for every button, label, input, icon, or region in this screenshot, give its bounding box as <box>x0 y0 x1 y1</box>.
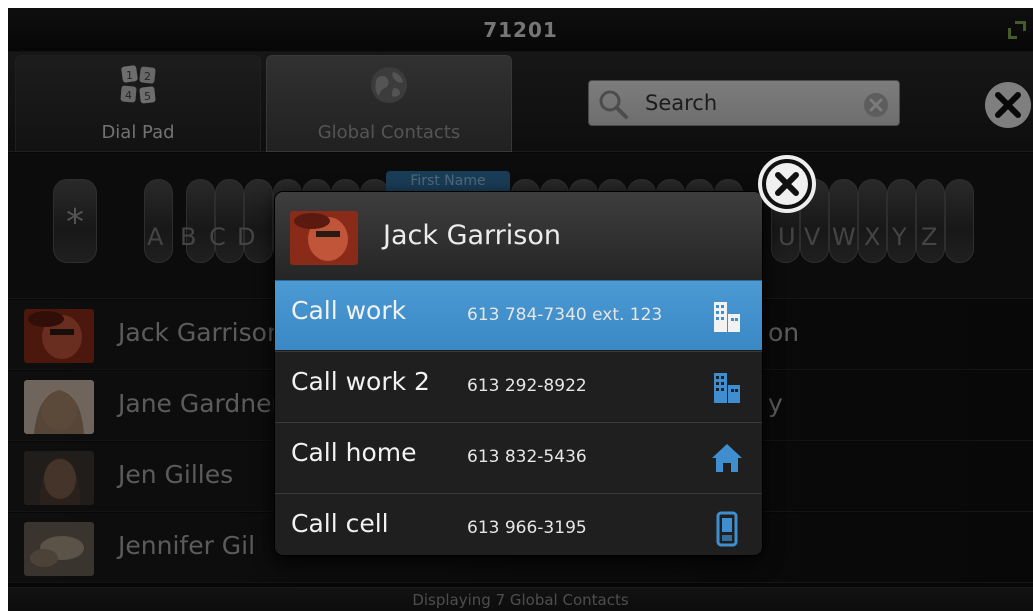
contact-avatar <box>290 211 358 265</box>
call-option-label: Call work <box>291 296 407 325</box>
call-option-cell[interactable]: Call cell 613 966-3195 <box>275 493 762 555</box>
call-option-number: 613 832-5436 <box>467 447 587 467</box>
mobile-phone-icon <box>716 511 738 547</box>
call-option-home[interactable]: Call home 613 832-5436 <box>275 422 762 492</box>
call-option-label: Call cell <box>291 509 389 538</box>
home-icon <box>712 444 742 472</box>
building-icon <box>714 373 740 403</box>
building-icon <box>714 302 740 332</box>
call-option-work[interactable]: Call work 613 784-7340 ext. 123 <box>275 280 762 350</box>
call-option-label: Call home <box>291 438 417 467</box>
call-option-work-2[interactable]: Call work 2 613 292-8922 <box>275 351 762 421</box>
dialog-header: Jack Garrison <box>275 192 762 280</box>
call-options-dialog: Jack Garrison Call work 613 784-7340 ext… <box>275 192 762 555</box>
call-option-number: 613 966-3195 <box>467 518 587 538</box>
dialog-contact-name: Jack Garrison <box>383 220 561 251</box>
call-option-number: 613 784-7340 ext. 123 <box>467 305 663 325</box>
close-dialog-icon[interactable] <box>757 154 817 214</box>
call-option-number: 613 292-8922 <box>467 376 587 396</box>
call-option-label: Call work 2 <box>291 367 430 396</box>
app-screen: 71201 1 2 4 5 Dial Pad Global Contacts S… <box>8 8 1033 611</box>
